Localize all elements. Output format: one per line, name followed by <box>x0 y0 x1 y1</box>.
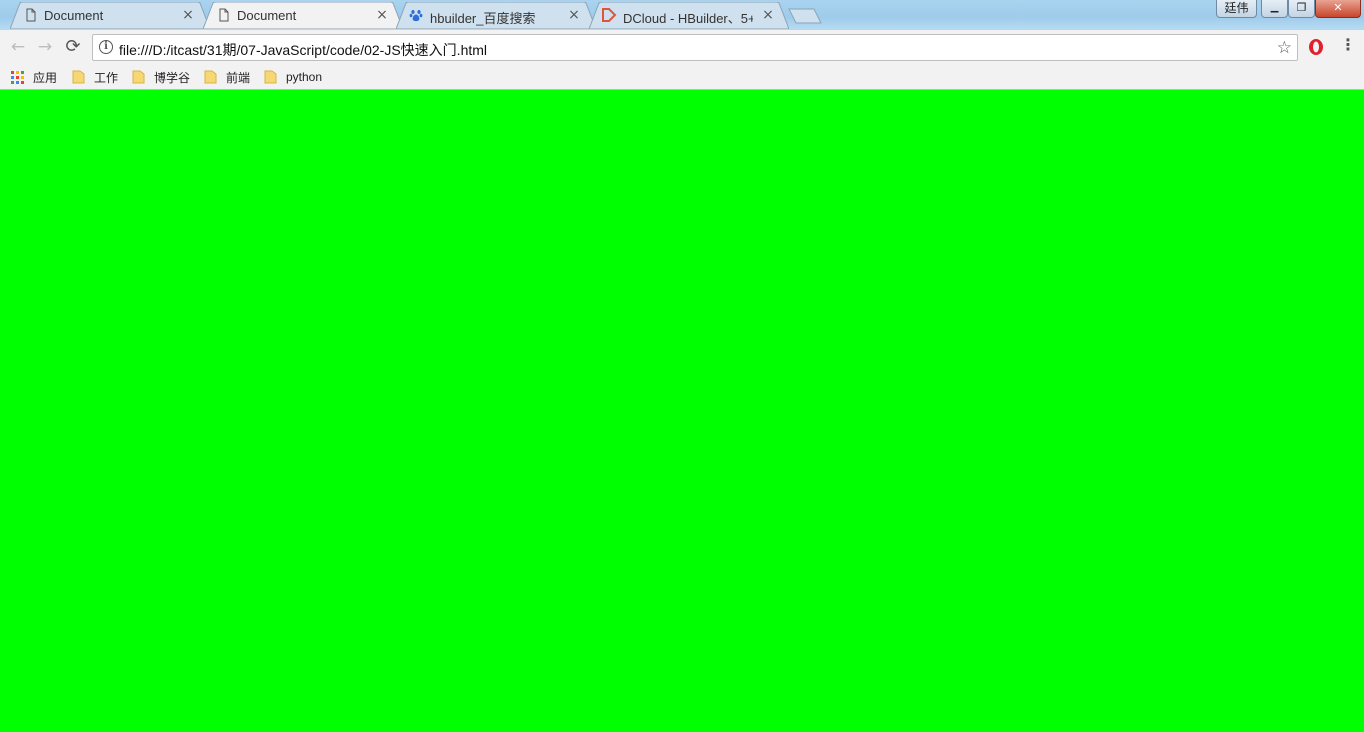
bookmark-folder-work[interactable]: 工作 <box>72 68 118 86</box>
tab-title: hbuilder_百度搜索 <box>430 11 536 26</box>
bookmark-folder-python[interactable]: python <box>264 68 322 86</box>
tab-title: Document <box>237 8 297 23</box>
browser-menu-button[interactable]: ⋮ <box>1340 36 1356 58</box>
address-bar[interactable]: i file:///D:/itcast/31期/07-JavaScript/co… <box>92 34 1298 61</box>
close-tab-icon[interactable]: × <box>375 8 389 22</box>
document-icon <box>219 8 229 22</box>
tab-document-2[interactable]: Document × <box>203 2 403 29</box>
bookmark-label: 应用 <box>33 70 58 85</box>
tab-document-1[interactable]: Document × <box>10 2 210 29</box>
bookmark-label: python <box>286 70 323 84</box>
profile-button[interactable]: 廷伟 <box>1216 0 1257 18</box>
tab-title: DCloud - HBuilder、5+ <box>623 11 753 26</box>
tab-baidu-search[interactable]: hbuilder_百度搜索 × <box>396 2 596 29</box>
restore-icon: ❐ <box>1296 1 1307 14</box>
close-tab-icon[interactable]: × <box>181 8 195 22</box>
tab-dcloud[interactable]: DCloud - HBuilder、5+ × <box>589 2 789 29</box>
page-content <box>0 90 1364 732</box>
dcloud-logo-icon <box>602 8 617 22</box>
baidu-paw-icon <box>409 10 423 22</box>
close-tab-icon[interactable]: × <box>761 8 775 22</box>
new-tab-button[interactable] <box>788 8 822 24</box>
bookmarks-bar: 应用 工作 博学谷 前端 python <box>0 64 1364 90</box>
title-bar: Document × Document × hbuilder_百度搜索 × DC… <box>0 0 1364 29</box>
close-window-button[interactable]: ✕ <box>1315 0 1361 18</box>
bookmark-folder-frontend[interactable]: 前端 <box>204 68 250 86</box>
tab-title: Document <box>44 8 104 23</box>
bookmark-folder-boxuegu[interactable]: 博学谷 <box>132 68 190 86</box>
forward-button[interactable]: → <box>34 37 56 59</box>
site-info-icon[interactable]: i <box>99 40 113 54</box>
close-icon: ✕ <box>1333 1 1343 14</box>
bookmark-label: 工作 <box>94 70 119 85</box>
browser-toolbar: ← → ⟳ i file:///D:/itcast/31期/07-JavaScr… <box>0 29 1364 64</box>
folder-icon <box>264 70 277 84</box>
bookmark-apps[interactable]: 应用 <box>11 68 57 86</box>
bookmark-label: 博学谷 <box>154 70 191 85</box>
bookmark-label: 前端 <box>226 70 251 85</box>
document-icon <box>26 8 36 22</box>
opera-extension-icon[interactable] <box>1307 38 1325 56</box>
folder-icon <box>204 70 217 84</box>
url-text[interactable]: file:///D:/itcast/31期/07-JavaScript/code… <box>119 40 487 60</box>
close-tab-icon[interactable]: × <box>567 8 581 22</box>
reload-button[interactable]: ⟳ <box>62 37 84 59</box>
folder-icon <box>132 70 145 84</box>
maximize-button[interactable]: ❐ <box>1288 0 1315 18</box>
minimize-button[interactable]: ▁ <box>1261 0 1288 18</box>
minimize-icon: ▁ <box>1270 2 1279 13</box>
back-button[interactable]: ← <box>7 37 29 59</box>
bookmark-star-icon[interactable]: ☆ <box>1277 38 1292 58</box>
apps-grid-icon <box>11 70 24 84</box>
folder-icon <box>72 70 85 84</box>
